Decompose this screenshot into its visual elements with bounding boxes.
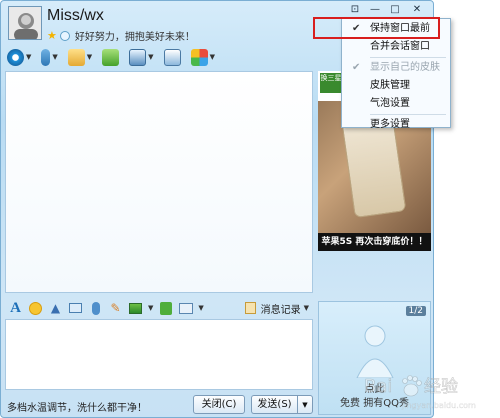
svg-text:jingyan.baidu.com: jingyan.baidu.com — [401, 401, 476, 410]
ad-tip-text[interactable]: 多档水温调节，洗什么都干净！ — [7, 399, 147, 414]
skin-icon[interactable]: ⊡ — [347, 4, 363, 16]
svg-text:经验: 经验 — [424, 377, 458, 397]
video-call-button[interactable]: ▼ — [5, 46, 33, 68]
message-history-button[interactable]: 消息记录 ▼ — [243, 301, 309, 316]
menu-item-show-own-skin: ✔ 显示自己的皮肤 — [342, 59, 450, 77]
menu-item-bubble-settings[interactable]: 气泡设置 — [342, 95, 450, 113]
promo-page-indicator: 1/2 — [405, 306, 426, 316]
menu-item-merge-windows[interactable]: 合并会话窗口 — [342, 38, 450, 56]
window-shake-icon[interactable] — [68, 301, 83, 316]
magic-icon[interactable]: ▲ — [48, 301, 63, 316]
checkmark-icon: ✔ — [352, 62, 361, 73]
format-toolbar: A ▲ ✎ ▼ ▼ 消息记录 ▼ — [5, 297, 313, 319]
send-options-button[interactable]: ▼ — [297, 395, 313, 414]
annotation-highlight-box — [313, 17, 440, 39]
menu-separator — [370, 57, 446, 58]
chevron-down-icon: ▼ — [302, 401, 308, 409]
music-icon[interactable] — [158, 301, 173, 316]
screen-share-button[interactable] — [162, 46, 183, 68]
history-label: 消息记录 — [260, 304, 301, 316]
star-icon: ★ — [47, 29, 57, 42]
send-file-button[interactable]: ▼ — [66, 46, 94, 68]
chat-toolbar: ▼ ▼ ▼ ▼ ▼ — [5, 45, 217, 69]
chevron-down-icon[interactable]: ▼ — [198, 304, 203, 312]
avatar[interactable] — [8, 6, 42, 40]
font-icon[interactable]: A — [8, 300, 23, 316]
chevron-down-icon: ▼ — [148, 53, 154, 61]
apps-grid-icon — [190, 48, 208, 66]
maximize-button[interactable]: □ — [387, 4, 403, 16]
menu-item-label: 显示自己的皮肤 — [370, 62, 440, 73]
microphone-icon — [41, 48, 51, 66]
menu-item-label: 更多设置 — [370, 119, 410, 130]
voice-call-button[interactable]: ▼ — [39, 46, 59, 68]
menu-separator — [370, 114, 446, 115]
apps-button[interactable]: ▼ — [189, 46, 217, 68]
menu-item-label: 合并会话窗口 — [370, 41, 430, 52]
signature-icon — [59, 30, 70, 41]
message-icon — [102, 48, 120, 66]
chevron-down-icon: ▼ — [52, 53, 58, 61]
screen-icon — [163, 48, 181, 66]
emoji-icon[interactable] — [28, 301, 43, 316]
chevron-down-icon: ▼ — [86, 53, 93, 61]
contact-name: Miss/wx — [47, 7, 104, 24]
menu-item-skin-manager[interactable]: 皮肤管理 — [342, 77, 450, 95]
chevron-down-icon: ▼ — [26, 53, 32, 61]
send-button[interactable]: 发送(S) — [251, 395, 297, 414]
message-input[interactable] — [5, 319, 313, 390]
menu-item-label: 气泡设置 — [370, 98, 410, 109]
menu-item-label: 皮肤管理 — [370, 80, 410, 91]
message-history-area[interactable] — [5, 71, 313, 293]
ad-caption: 苹果5S 再次击穿底价！！ — [318, 233, 431, 251]
status-row: ★ 好好努力，拥抱美好未来！ — [47, 28, 195, 43]
watermark-logo: Bai 经验 jingyan.baidu.com — [364, 375, 476, 410]
screenshot-icon[interactable] — [178, 301, 193, 316]
image-icon[interactable] — [128, 301, 143, 316]
menu-item-more-settings[interactable]: 更多设置 — [342, 116, 450, 134]
contact-signature: 好好努力，拥抱美好未来！ — [74, 32, 195, 43]
remote-desktop-button[interactable]: ▼ — [127, 46, 155, 68]
close-window-button[interactable]: ✕ — [409, 4, 425, 16]
folder-icon — [67, 48, 85, 66]
svg-text:Bai: Bai — [364, 376, 392, 397]
minimize-button[interactable]: — — [367, 4, 383, 16]
chevron-down-icon: ▼ — [209, 53, 215, 61]
webcam-icon — [7, 48, 24, 66]
monitor-icon — [129, 48, 147, 66]
close-button[interactable]: 关闭(C) — [193, 395, 245, 414]
ad-tag: 换三星 — [320, 73, 342, 93]
voice-message-icon[interactable] — [88, 301, 103, 316]
chevron-down-icon: ▼ — [303, 304, 309, 312]
history-icon — [243, 301, 258, 316]
chevron-down-icon[interactable]: ▼ — [148, 304, 153, 312]
sms-button[interactable] — [100, 46, 121, 68]
graffiti-icon[interactable]: ✎ — [108, 301, 123, 316]
